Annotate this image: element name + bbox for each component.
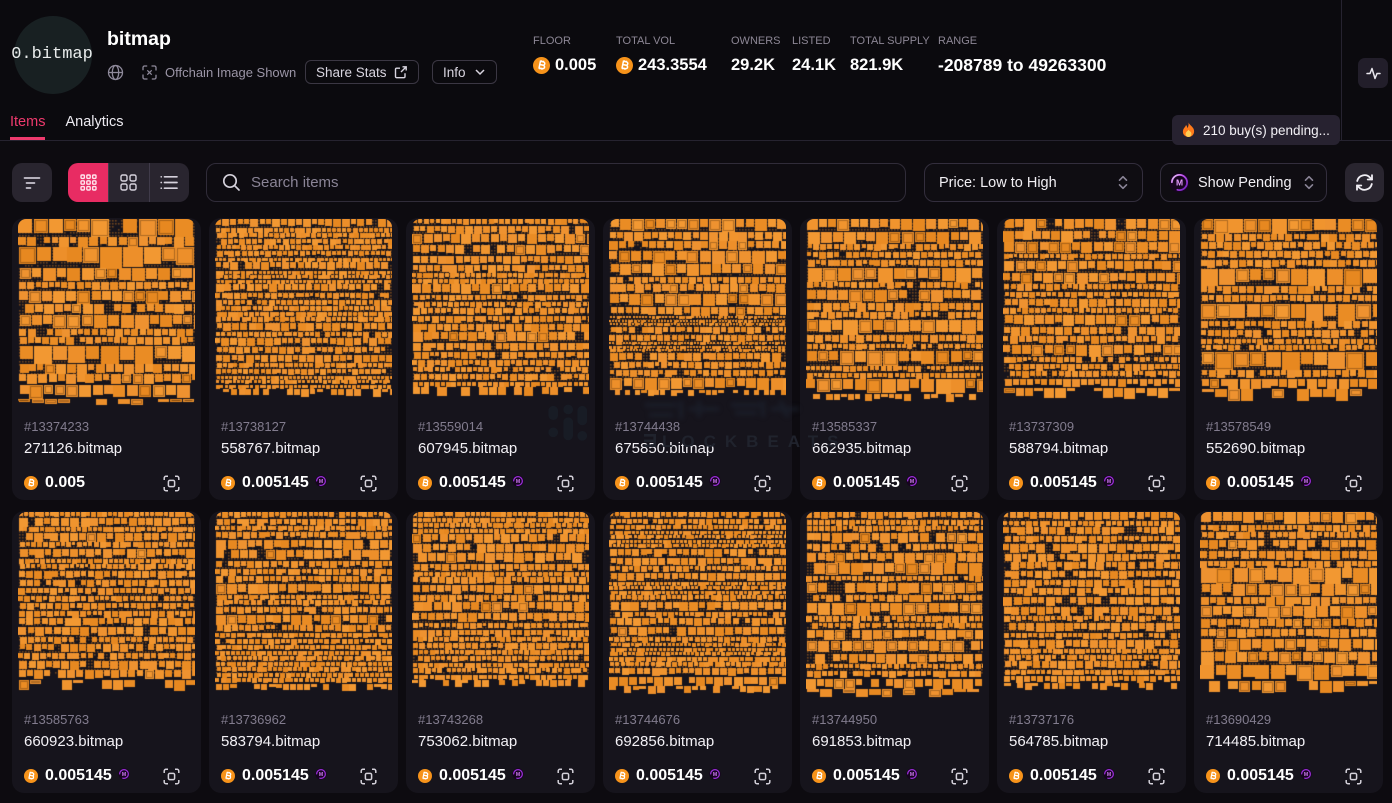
svg-text:M: M [1176,178,1183,188]
svg-text:M: M [1304,772,1308,778]
svg-text:M: M [516,479,520,485]
svg-text:M: M [122,772,126,778]
svg-text:M: M [319,479,323,485]
svg-text:M: M [713,772,717,778]
svg-text:M: M [1304,479,1308,485]
svg-text:M: M [910,772,914,778]
svg-text:M: M [910,479,914,485]
svg-text:M: M [713,479,717,485]
svg-text:M: M [1107,772,1111,778]
svg-text:M: M [319,772,323,778]
svg-text:M: M [516,772,520,778]
svg-text:M: M [1107,479,1111,485]
